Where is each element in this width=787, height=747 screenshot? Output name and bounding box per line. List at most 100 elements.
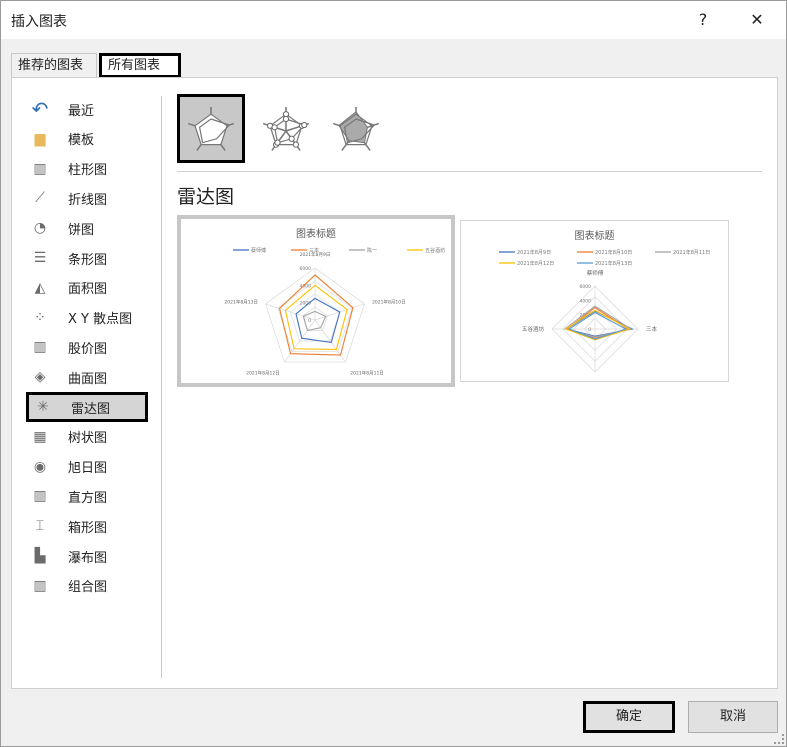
legend-label: 五谷酒坊 xyxy=(425,247,445,254)
treemap-chart-icon: ▦ xyxy=(33,428,47,445)
sidebar-item-area-chart[interactable]: ◭ 面积图 xyxy=(26,273,148,303)
legend-label: 2021年8月9日 xyxy=(517,249,551,256)
subtype-radar[interactable] xyxy=(177,94,245,163)
sidebar-item-label: 面积图 xyxy=(68,282,108,298)
sidebar-item-undo[interactable]: ↶ 最近 xyxy=(26,94,148,124)
sidebar-item-label: 树状图 xyxy=(68,431,108,447)
axis-label: 2021年8月13日 xyxy=(224,298,258,305)
radar-markers-icon xyxy=(262,106,310,151)
sidebar-item-line-chart[interactable]: ⟋ 折线图 xyxy=(26,183,148,213)
sidebar-item-label: 旭日图 xyxy=(68,461,108,477)
sidebar-item-treemap-chart[interactable]: ▦ 树状图 xyxy=(26,422,148,452)
sidebar-item-column-chart[interactable]: ▥ 柱形图 xyxy=(26,154,148,184)
radar-marker xyxy=(274,139,281,146)
radar-preview-chart: 图表标题蔡师傅 三本 陈一 五谷酒坊2021年8月9日2021年8月10日2021年8… xyxy=(224,227,445,377)
scatter-chart-icon: ⁘ xyxy=(34,309,46,326)
column-chart-icon: ▥ xyxy=(33,160,47,177)
sidebar-item-surface-chart[interactable]: ◈ 曲面图 xyxy=(26,362,148,392)
sidebar-item-label: 饼图 xyxy=(68,222,95,238)
sidebar-item-label: 曲面图 xyxy=(68,371,108,387)
ok-button[interactable]: 确定 xyxy=(583,701,675,733)
legend-label: 2021年8月13日 xyxy=(595,260,632,267)
tick-label: 6000 xyxy=(580,284,592,290)
sidebar-item-label: 组合图 xyxy=(68,580,108,596)
help-button[interactable]: ? xyxy=(689,7,717,33)
legend-label: 陈一 xyxy=(367,247,377,254)
sidebar-item-label: 箱形图 xyxy=(68,520,108,536)
resize-grip[interactable] xyxy=(774,734,784,744)
dialog-title: 插入图表 xyxy=(11,14,67,30)
close-button[interactable]: ✕ xyxy=(743,7,771,33)
radar-icon xyxy=(187,106,235,151)
sidebar-item-label: 雷达图 xyxy=(71,401,111,417)
line-chart-icon: ⟋ xyxy=(35,190,45,207)
chart-type-heading: 雷达图 xyxy=(177,186,235,208)
divider xyxy=(161,96,162,678)
tab-all-charts[interactable]: 所有图表 xyxy=(99,53,181,78)
undo-icon: ↶ xyxy=(31,97,49,121)
sidebar-item-label: X Y 散点图 xyxy=(68,312,133,328)
insert-chart-dialog: 插入图表 ? ✕ 推荐的图表 所有图表 ↶ 最近 ▆ 模板 ▥ 柱形图 ⟋ 折线图 ◔ 饼图 ☰ 条形… xyxy=(0,0,787,747)
sidebar-item-sunburst-chart[interactable]: ◉ 旭日图 xyxy=(26,452,148,482)
histogram-chart-icon: ▥ xyxy=(33,488,47,505)
chart-preview-1[interactable]: 图表标题 蔡师傅 三本 陈一 五谷酒坊 2021年8月9日 2021年8月10日 2021年8… xyxy=(177,215,455,387)
box-whisker-chart-icon: ⌶ xyxy=(35,518,45,535)
radar-marker xyxy=(271,123,278,130)
stock-chart-icon: ▥ xyxy=(33,339,47,356)
sidebar-item-radar-chart[interactable]: ✳ 雷达图 xyxy=(26,392,148,422)
sidebar-item-label: 条形图 xyxy=(68,252,108,268)
pie-chart-icon: ◔ xyxy=(33,220,47,237)
tick-label: 0 xyxy=(588,327,591,333)
area-chart-icon: ◭ xyxy=(34,279,46,296)
title-bar: 插入图表 ? ✕ xyxy=(1,1,786,39)
axis-label: 三本 xyxy=(646,325,658,333)
radar-marker xyxy=(292,140,299,148)
chart-preview-2[interactable]: 图表标题 2021年8月9日 2021年8月10日 2021年8月11日 2021年8月… xyxy=(460,220,729,388)
axis-label: 五谷酒坊 xyxy=(522,325,545,333)
filled-radar-icon xyxy=(332,106,380,151)
radar-series-4 xyxy=(567,311,628,340)
combo-chart-icon: ▥ xyxy=(33,577,47,594)
sidebar-item-scatter-chart[interactable]: ⁘ X Y 散点图 xyxy=(26,303,148,333)
sidebar-item-label: 柱形图 xyxy=(68,163,108,179)
axis-label: 2021年8月11日 xyxy=(350,370,384,377)
tab-recommended-charts[interactable]: 推荐的图表 xyxy=(11,53,97,78)
subtype-radar-with-markers[interactable] xyxy=(252,94,320,163)
sidebar-item-pie-chart[interactable]: ◔ 饼图 xyxy=(26,213,148,243)
tick-label: 6000 xyxy=(300,266,312,272)
waterfall-chart-icon: ▙ xyxy=(34,548,46,564)
sidebar-item-combo-chart[interactable]: ▥ 组合图 xyxy=(26,571,148,601)
radar-marker xyxy=(282,115,290,122)
sidebar-item-folder[interactable]: ▆ 模板 xyxy=(26,124,148,154)
axis-label: 2021年8月10日 xyxy=(372,298,406,305)
legend-label: 2021年8月10日 xyxy=(595,249,632,256)
sidebar-item-label: 股价图 xyxy=(68,341,108,357)
radar-marker xyxy=(301,121,308,128)
sidebar-item-stock-chart[interactable]: ▥ 股价图 xyxy=(26,332,148,362)
legend-label: 2021年8月11日 xyxy=(673,249,710,256)
sidebar-item-label: 直方图 xyxy=(68,490,108,506)
axis-label: 2021年8月12日 xyxy=(246,370,280,377)
sidebar-item-waterfall-chart[interactable]: ▙ 瀑布图 xyxy=(26,541,148,571)
subtype-filled-radar[interactable] xyxy=(322,94,390,163)
sidebar-item-label: 折线图 xyxy=(68,192,108,208)
radar-chart-icon: ✳ xyxy=(37,399,49,415)
axis-label: 蔡师傅 xyxy=(587,269,604,277)
axis-label: 陈一 xyxy=(589,380,601,381)
sidebar-item-box-whisker-chart[interactable]: ⌶ 箱形图 xyxy=(26,511,148,541)
cancel-button[interactable]: 取消 xyxy=(688,701,778,733)
bar-chart-icon: ☰ xyxy=(33,250,47,266)
chart-title: 图表标题 xyxy=(296,227,336,240)
folder-icon: ▆ xyxy=(34,130,46,147)
radar-preview-chart: 图表标题 2021年8月9日 2021年8月10日 2021年8月11日 2021年8月… xyxy=(499,229,710,388)
radar-marker xyxy=(288,135,295,142)
sidebar-item-bar-chart[interactable]: ☰ 条形图 xyxy=(26,243,148,273)
tick-label: 0 xyxy=(308,318,311,324)
axis-label: 2021年8月9日 xyxy=(300,251,331,258)
sunburst-chart-icon: ◉ xyxy=(33,458,47,475)
sidebar-item-histogram-chart[interactable]: ▥ 直方图 xyxy=(26,481,148,511)
divider xyxy=(177,171,762,172)
surface-chart-icon: ◈ xyxy=(34,369,46,386)
sidebar-item-label: 最近 xyxy=(68,103,95,119)
legend-label: 蔡师傅 xyxy=(251,247,266,254)
